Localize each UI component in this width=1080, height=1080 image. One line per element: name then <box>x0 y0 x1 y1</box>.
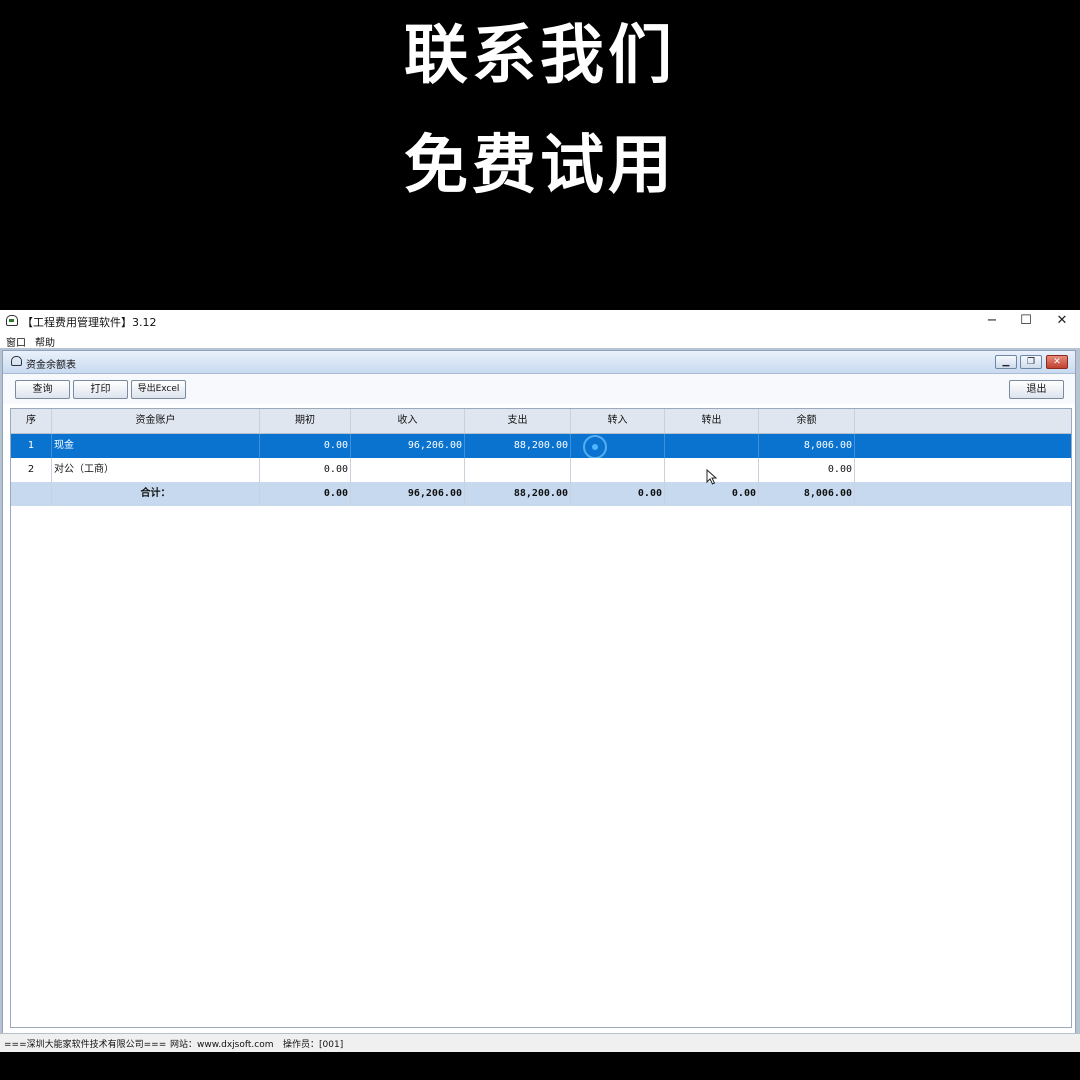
close-button[interactable]: ✕ <box>1044 312 1080 330</box>
print-button[interactable]: 打印 <box>73 380 128 399</box>
menu-help[interactable]: 帮助 <box>35 334 55 349</box>
child-close-button[interactable]: ✕ <box>1046 355 1068 369</box>
child-minimize-button[interactable]: ▁ <box>995 355 1017 369</box>
table-row[interactable]: 1 现金 0.00 96,206.00 88,200.00 8,006.00 <box>11 434 1071 459</box>
header-income[interactable]: 收入 <box>351 409 465 433</box>
header-transfer-in[interactable]: 转入 <box>571 409 665 433</box>
header-opening[interactable]: 期初 <box>260 409 351 433</box>
cell-income <box>351 458 465 482</box>
cell-opening: 0.00 <box>260 434 351 458</box>
menu-window[interactable]: 窗口 <box>6 334 26 349</box>
mdi-workspace: 资金余额表 ▁ ❐ ✕ 查询 打印 导出Excel 退出 序 资金账户 期初 收… <box>0 348 1080 1051</box>
cell-income: 96,206.00 <box>351 434 465 458</box>
app-window: 【工程费用管理软件】3.12 − ☐ ✕ 窗口 帮助 资金余额表 ▁ ❐ ✕ 查… <box>0 310 1080 1051</box>
exit-button[interactable]: 退出 <box>1009 380 1064 399</box>
header-balance[interactable]: 余额 <box>759 409 855 433</box>
cell-expense <box>465 458 571 482</box>
total-balance: 8,006.00 <box>759 482 855 506</box>
header-transfer-out[interactable]: 转出 <box>665 409 759 433</box>
fund-balance-table: 序 资金账户 期初 收入 支出 转入 转出 余额 1 现金 0.00 96,20… <box>10 408 1072 1028</box>
total-opening: 0.00 <box>260 482 351 506</box>
table-header: 序 资金账户 期初 收入 支出 转入 转出 余额 <box>11 409 1071 434</box>
table-row[interactable]: 2 对公（工商） 0.00 0.00 <box>11 458 1071 483</box>
window-title: 【工程费用管理软件】3.12 <box>22 316 157 329</box>
cell-no: 2 <box>11 458 52 482</box>
status-website: 网站：www.dxjsoft.com <box>170 1040 274 1050</box>
app-icon <box>6 315 18 326</box>
header-no[interactable]: 序 <box>11 409 52 433</box>
cell-opening: 0.00 <box>260 458 351 482</box>
status-bar: ===深圳大能家软件技术有限公司=== 网站：www.dxjsoft.com 操… <box>0 1033 1080 1052</box>
fund-balance-window: 资金余额表 ▁ ❐ ✕ 查询 打印 导出Excel 退出 序 资金账户 期初 收… <box>2 350 1076 1040</box>
total-transfer-in: 0.00 <box>571 482 665 506</box>
cell-balance: 0.00 <box>759 458 855 482</box>
cell-expense: 88,200.00 <box>465 434 571 458</box>
header-account[interactable]: 资金账户 <box>52 409 260 433</box>
promo-banner: 联系我们 免费试用 <box>0 0 1080 310</box>
banner-trial-text: 免费试用 <box>404 129 676 203</box>
total-expense: 88,200.00 <box>465 482 571 506</box>
toolbar: 查询 打印 导出Excel 退出 <box>3 374 1075 404</box>
menubar: 窗口 帮助 <box>0 332 1080 349</box>
click-indicator-icon <box>583 435 607 459</box>
banner-contact-text: 联系我们 <box>404 19 676 93</box>
cell-transfer-in <box>571 458 665 482</box>
cell-account: 现金 <box>52 434 260 458</box>
window-titlebar[interactable]: 【工程费用管理软件】3.12 − ☐ ✕ <box>0 310 1080 332</box>
cell-no <box>11 482 52 506</box>
cell-account: 对公（工商） <box>52 458 260 482</box>
status-operator: 操作员：[001] <box>283 1040 344 1050</box>
cell-balance: 8,006.00 <box>759 434 855 458</box>
child-window-title: 资金余额表 <box>26 360 76 371</box>
child-titlebar[interactable]: 资金余额表 ▁ ❐ ✕ <box>3 351 1075 374</box>
cell-transfer-out <box>665 434 759 458</box>
total-label: 合计： <box>52 482 260 506</box>
table-total-row: 合计： 0.00 96,206.00 88,200.00 0.00 0.00 8… <box>11 482 1071 506</box>
header-expense[interactable]: 支出 <box>465 409 571 433</box>
child-app-icon <box>11 356 22 366</box>
minimize-button[interactable]: − <box>974 312 1010 330</box>
export-excel-button[interactable]: 导出Excel <box>131 380 186 399</box>
maximize-button[interactable]: ☐ <box>1008 312 1044 330</box>
status-company: ===深圳大能家软件技术有限公司=== <box>4 1040 167 1050</box>
cell-no: 1 <box>11 434 52 458</box>
total-income: 96,206.00 <box>351 482 465 506</box>
total-transfer-out: 0.00 <box>665 482 759 506</box>
child-restore-button[interactable]: ❐ <box>1020 355 1042 369</box>
mouse-cursor-icon <box>706 469 718 485</box>
query-button[interactable]: 查询 <box>15 380 70 399</box>
